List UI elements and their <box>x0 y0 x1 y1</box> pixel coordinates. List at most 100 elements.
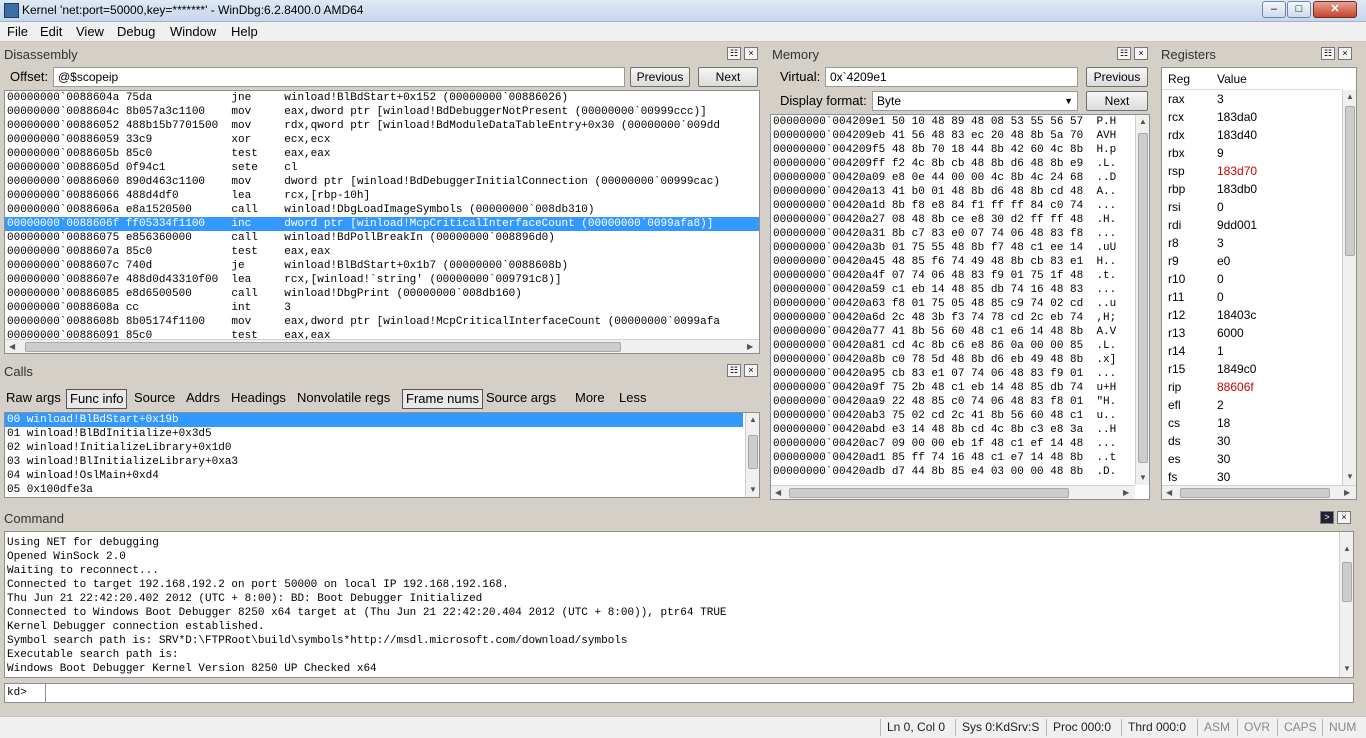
memory-line[interactable]: 00000000`00420adb d7 44 8b 85 e4 03 00 0… <box>771 465 1135 479</box>
memory-line[interactable]: 00000000`00420a27 08 48 8b ce e8 30 d2 f… <box>771 213 1135 227</box>
offset-input[interactable]: @$scopeip <box>53 67 625 87</box>
registers-view[interactable]: Reg Value rax 3 rcx 183da0 rdx 183d40 rbx 9 rsp 1… <box>1161 67 1357 500</box>
memory-line[interactable]: 00000000`004209eb 41 56 48 83 ec 20 48 8… <box>771 129 1135 143</box>
memory-line[interactable]: 00000000`00420a77 41 8b 56 60 48 c1 e6 1… <box>771 325 1135 339</box>
scroll-up-icon[interactable]: ▲ <box>1343 544 1351 553</box>
disasm-hscrollbar[interactable]: ◀ ▶ <box>5 339 759 353</box>
disassembly-line[interactable]: 00000000`0088605d 0f94c1 sete cl <box>5 161 759 175</box>
register-row[interactable]: rbp 183db0 <box>1162 182 1342 200</box>
disassembly-line[interactable]: 00000000`00886060 890d463c1100 mov dword… <box>5 175 759 189</box>
register-value[interactable]: 1849c0 <box>1217 362 1256 376</box>
register-row[interactable]: efl 2 <box>1162 398 1342 416</box>
register-row[interactable]: r12 18403c <box>1162 308 1342 326</box>
command-output-line[interactable]: Waiting to reconnect... <box>5 564 1339 578</box>
calls-more[interactable]: More <box>573 389 607 409</box>
register-value[interactable]: e0 <box>1217 254 1230 268</box>
registers-vscroll-thumb[interactable] <box>1345 106 1355 256</box>
register-value[interactable]: 30 <box>1217 470 1230 484</box>
memory-hscrollbar[interactable]: ◀ ▶ <box>771 485 1135 499</box>
call-frame[interactable]: 01 winload!BlBdInitialize+0x3d5 <box>5 427 743 441</box>
value-column-header[interactable]: Value <box>1217 72 1247 86</box>
scroll-right-icon[interactable]: ▶ <box>1123 488 1129 497</box>
scroll-right-icon[interactable]: ▶ <box>1344 488 1350 497</box>
call-frame[interactable]: 02 winload!InitializeLibrary+0x1d0 <box>5 441 743 455</box>
memory-next-button[interactable]: Next <box>1086 91 1148 111</box>
memory-line[interactable]: 00000000`00420ad1 85 ff 74 16 48 c1 e7 1… <box>771 451 1135 465</box>
register-row[interactable]: fs 30 <box>1162 470 1342 484</box>
registers-vscrollbar[interactable]: ▲ ▼ <box>1342 90 1356 485</box>
memory-line[interactable]: 00000000`00420a3b 01 75 55 48 8b f7 48 c… <box>771 241 1135 255</box>
register-row[interactable]: es 30 <box>1162 452 1342 470</box>
disasm-previous-button[interactable]: Previous <box>630 67 690 87</box>
command-output-line[interactable]: Connected to Windows Boot Debugger 8250 … <box>5 606 1339 620</box>
disassembly-line[interactable]: 00000000`00886075 e856360000 call winloa… <box>5 231 759 245</box>
calls-view[interactable]: 00 winload!BlBdStart+0x19b 01 winload!BlB… <box>4 412 760 498</box>
call-frame[interactable]: 04 winload!OslMain+0xd4 <box>5 469 743 483</box>
reg-column-header[interactable]: Reg <box>1168 72 1190 86</box>
pane-options-icon[interactable]: ☷ <box>727 364 741 377</box>
register-row[interactable]: r15 1849c0 <box>1162 362 1342 380</box>
maximize-button[interactable]: □ <box>1287 1 1311 18</box>
register-value[interactable]: 3 <box>1217 236 1224 250</box>
disassembly-line[interactable]: 00000000`00886085 e8d6500500 call winloa… <box>5 287 759 301</box>
disassembly-line[interactable]: 00000000`0088606a e8a1520500 call winloa… <box>5 203 759 217</box>
register-value[interactable]: 6000 <box>1217 326 1244 340</box>
menu-help[interactable]: Help <box>231 24 258 39</box>
register-value[interactable]: 0 <box>1217 290 1224 304</box>
calls-headings[interactable]: Headings <box>229 389 288 409</box>
pane-close-icon[interactable]: × <box>744 47 758 60</box>
register-value[interactable]: 1 <box>1217 344 1224 358</box>
registers-hscroll-thumb[interactable] <box>1180 488 1330 498</box>
register-row[interactable]: r8 3 <box>1162 236 1342 254</box>
chevron-down-icon[interactable]: ▼ <box>1064 92 1073 110</box>
disassembly-line[interactable]: 00000000`0088607e 488d0d43310f00 lea rcx… <box>5 273 759 287</box>
memory-line[interactable]: 00000000`00420a6d 2c 48 3b f3 74 78 cd 2… <box>771 311 1135 325</box>
disassembly-line[interactable]: 00000000`0088607c 740d je winload!BlBdSt… <box>5 259 759 273</box>
register-row[interactable]: r11 0 <box>1162 290 1342 308</box>
disassembly-line[interactable]: 00000000`0088605b 85c0 test eax,eax <box>5 147 759 161</box>
call-frame[interactable]: 00 winload!BlBdStart+0x19b <box>5 413 743 427</box>
disassembly-line[interactable]: 00000000`00886066 488d4df0 lea rcx,[rbp-… <box>5 189 759 203</box>
command-output-line[interactable]: Connected to target 192.168.192.2 on por… <box>5 578 1339 592</box>
register-value[interactable]: 0 <box>1217 272 1224 286</box>
memory-vscrollbar[interactable]: ▲ ▼ <box>1135 115 1149 485</box>
memory-line[interactable]: 00000000`004209f5 48 8b 70 18 44 8b 42 6… <box>771 143 1135 157</box>
memory-line[interactable]: 00000000`00420a9f 75 2b 48 c1 eb 14 48 8… <box>771 381 1135 395</box>
calls-nonvolatile-regs[interactable]: Nonvolatile regs <box>295 389 392 409</box>
calls-vscroll-thumb[interactable] <box>748 435 758 469</box>
memory-line[interactable]: 00000000`00420aa9 22 48 85 c0 74 06 48 8… <box>771 395 1135 409</box>
register-value[interactable]: 30 <box>1217 434 1230 448</box>
scroll-down-icon[interactable]: ▼ <box>749 485 757 494</box>
calls-source[interactable]: Source <box>132 389 177 409</box>
disassembly-line[interactable]: 00000000`0088604a 75da jne winload!BlBdS… <box>5 91 759 105</box>
disassembly-line[interactable]: 00000000`0088604c 8b057a3c1100 mov eax,d… <box>5 105 759 119</box>
scroll-up-icon[interactable]: ▲ <box>749 415 757 424</box>
scroll-down-icon[interactable]: ▼ <box>1346 472 1354 481</box>
register-row[interactable]: rbx 9 <box>1162 146 1342 164</box>
scroll-right-icon[interactable]: ▶ <box>747 342 753 351</box>
register-value[interactable]: 9dd001 <box>1217 218 1257 232</box>
register-value[interactable]: 3 <box>1217 92 1224 106</box>
memory-line[interactable]: 00000000`004209e1 50 10 48 89 48 08 53 5… <box>771 115 1135 129</box>
register-value[interactable]: 18403c <box>1217 308 1256 322</box>
register-value[interactable]: 88606f <box>1217 380 1254 394</box>
calls-frame-nums[interactable]: Frame nums <box>402 389 483 409</box>
register-row[interactable]: r9 e0 <box>1162 254 1342 272</box>
menu-file[interactable]: File <box>7 24 28 39</box>
register-row[interactable]: r14 1 <box>1162 344 1342 362</box>
memory-line[interactable]: 00000000`00420a81 cd 4c 8b c6 e8 86 0a 0… <box>771 339 1135 353</box>
pane-close-icon[interactable]: × <box>1134 47 1148 60</box>
disassembly-line[interactable]: 00000000`0088608a cc int 3 <box>5 301 759 315</box>
disassembly-line[interactable]: 00000000`00886059 33c9 xor ecx,ecx <box>5 133 759 147</box>
memory-vscroll-thumb[interactable] <box>1138 133 1148 463</box>
register-value[interactable]: 30 <box>1217 452 1230 466</box>
register-row[interactable]: rip 88606f <box>1162 380 1342 398</box>
menu-edit[interactable]: Edit <box>40 24 62 39</box>
display-format-select[interactable]: Byte ▼ <box>872 91 1078 111</box>
register-row[interactable]: rax 3 <box>1162 92 1342 110</box>
register-value[interactable]: 183d40 <box>1217 128 1257 142</box>
disassembly-line[interactable]: 00000000`0088608b 8b05174f1100 mov eax,d… <box>5 315 759 329</box>
registers-hscrollbar[interactable]: ◀ ▶ <box>1162 485 1356 499</box>
command-output-line[interactable]: Kernel Debugger connection established. <box>5 620 1339 634</box>
calls-raw-args[interactable]: Raw args <box>4 389 63 409</box>
